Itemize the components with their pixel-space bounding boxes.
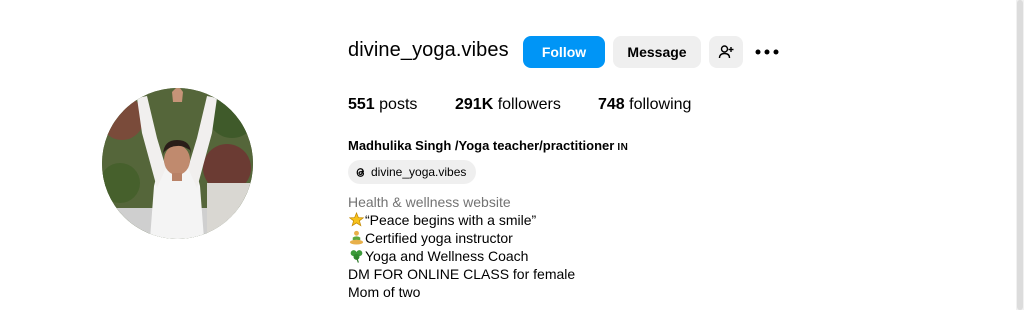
full-name-text: Madhulika Singh /Yoga teacher/practition… [348,138,615,153]
shamrock-emoji-icon [348,247,364,265]
bio-line: Yoga and Wellness Coach [348,247,575,265]
bio-line-text: Certified yoga instructor [365,230,513,246]
pronoun-badge: IN [617,142,629,153]
bio-line-text: “Peace begins with a smile” [365,212,537,228]
profile-avatar[interactable] [102,88,253,239]
followers-number: 291K [455,96,494,113]
page-scrollbar[interactable] [1016,0,1024,310]
follow-button[interactable]: Follow [523,36,605,68]
posts-label: posts [379,96,418,113]
more-options-button[interactable] [754,40,780,64]
meditation-emoji-icon [348,229,364,247]
followers-label: followers [497,96,561,113]
bio-line: Mom of two [348,284,421,300]
following-number: 748 [598,96,625,113]
scrollbar-thumb[interactable] [1017,0,1023,310]
avatar-photo [102,88,253,239]
threads-handle: divine_yoga.vibes [371,165,467,179]
add-person-icon [718,45,734,59]
bio-line-text: Yoga and Wellness Coach [365,248,529,264]
profile-full-name: Madhulika Singh /Yoga teacher/practition… [348,138,628,153]
following-link[interactable]: 748 following [598,96,691,114]
more-options-icon [755,49,779,55]
bio-line: DM FOR ONLINE CLASS for female [348,266,576,282]
followers-link[interactable]: 291K followers [455,96,561,114]
profile-bio: Health & wellness website “Peace begins … [348,193,575,301]
following-label: following [629,96,692,113]
profile-username: divine_yoga.vibes [348,39,509,61]
message-button[interactable]: Message [613,36,701,68]
posts-number: 551 [348,96,375,113]
suggest-accounts-button[interactable] [709,36,743,68]
posts-count: 551 posts [348,96,417,114]
star-emoji-icon [348,211,364,229]
bio-line: Certified yoga instructor [348,229,575,247]
profile-category: Health & wellness website [348,194,511,210]
bio-line: “Peace begins with a smile” [348,211,575,229]
threads-icon [354,166,367,179]
threads-link[interactable]: divine_yoga.vibes [348,160,477,184]
